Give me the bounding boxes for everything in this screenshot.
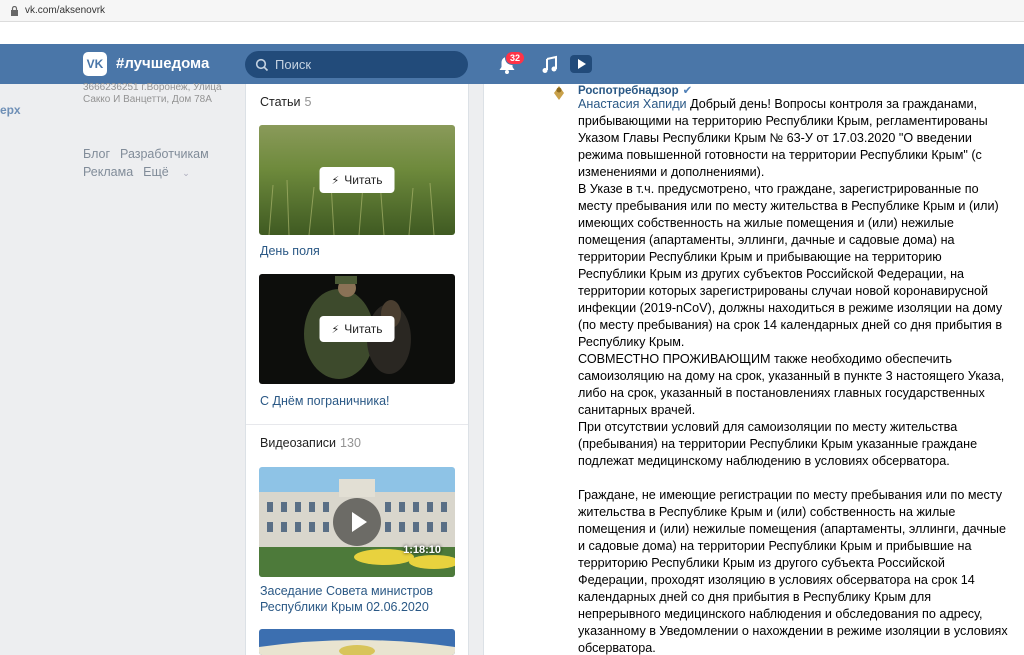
- scroll-up-link[interactable]: ерх: [0, 103, 21, 117]
- paragraph: При отсутствии условий для самоизоляции …: [578, 420, 978, 468]
- paragraph: Граждане, не имеющие регистрации по мест…: [578, 488, 1008, 655]
- blog-link[interactable]: Блог: [83, 147, 110, 161]
- read-article-button[interactable]: ⚡ Читать: [319, 316, 395, 342]
- lightning-icon: ⚡: [331, 323, 340, 336]
- section-divider: [246, 424, 468, 425]
- search-input[interactable]: [275, 57, 455, 72]
- play-icon[interactable]: [333, 498, 381, 546]
- articles-count: 5: [304, 95, 312, 109]
- video-thumbnail[interactable]: 1:18:10: [259, 467, 455, 577]
- footer-links: Блог Разработчикам Реклама Ещё ⌄: [83, 145, 233, 182]
- article-title[interactable]: День поля: [260, 244, 320, 258]
- video-thumbnail[interactable]: [259, 629, 455, 655]
- chevron-down-icon: ⌄: [182, 168, 190, 178]
- video-duration: 1:18:10: [403, 544, 441, 556]
- read-article-button[interactable]: ⚡ Читать: [319, 167, 395, 193]
- article-thumbnail[interactable]: ⚡ Читать: [259, 125, 455, 235]
- url-text[interactable]: vk.com/aksenovrk: [25, 5, 105, 16]
- article-thumbnail[interactable]: ⚡ Читать: [259, 274, 455, 384]
- top-navigation-bar: VK #лучшедома 32: [0, 44, 1024, 101]
- video-title[interactable]: Заседание Совета министров Республики Кр…: [260, 583, 456, 615]
- post-author[interactable]: Роспотребнадзор ✔: [578, 83, 692, 97]
- notifications-badge: 32: [505, 51, 526, 65]
- vk-logo-icon[interactable]: VK: [83, 52, 107, 76]
- articles-header[interactable]: Статьи 5: [260, 95, 311, 109]
- article-title[interactable]: С Днём пограничника!: [260, 394, 390, 408]
- videos-header[interactable]: Видеозаписи 130: [260, 436, 361, 450]
- brand-hashtag[interactable]: #лучшедома: [116, 55, 209, 72]
- browser-address-bar[interactable]: vk.com/aksenovrk: [0, 0, 1024, 22]
- paragraph: СОВМЕСТНО ПРОЖИВАЮЩИМ также необходимо о…: [578, 352, 1005, 417]
- lightning-icon: ⚡: [331, 174, 340, 187]
- post-text: Анастасия Хапиди Добрый день! Вопросы ко…: [578, 96, 1010, 655]
- mention-link[interactable]: Анастасия Хапиди: [578, 97, 687, 111]
- search-box[interactable]: [245, 51, 468, 78]
- address-text: 3666236251 г.Воронеж, Улица Сакко И Ванц…: [83, 82, 222, 105]
- search-icon: [255, 58, 269, 71]
- lock-icon: [11, 5, 18, 16]
- avatar[interactable]: [548, 84, 570, 102]
- advertising-link[interactable]: Реклама: [83, 165, 133, 179]
- content-sidebar: Статьи 5 ⚡ Читать День поля ⚡ Читать С Днём…: [245, 84, 469, 655]
- left-sidebar: ерх 3666236251 г.Воронеж, Улица Сакко И …: [0, 82, 240, 655]
- post-panel: Роспотребнадзор ✔ Анастасия Хапиди Добрый…: [483, 84, 1024, 655]
- more-link[interactable]: Ещё ⌄: [143, 165, 200, 179]
- video-icon[interactable]: [568, 53, 594, 75]
- paragraph: В Указе в т.ч. предусмотрено, что гражда…: [578, 182, 1003, 349]
- page-top-strip: [0, 22, 1024, 44]
- videos-count: 130: [340, 436, 361, 450]
- video-preview-image: [259, 629, 455, 655]
- music-icon[interactable]: [540, 55, 560, 75]
- developers-link[interactable]: Разработчикам: [120, 147, 209, 161]
- paragraph: Анастасия Хапиди Добрый день! Вопросы ко…: [578, 97, 988, 179]
